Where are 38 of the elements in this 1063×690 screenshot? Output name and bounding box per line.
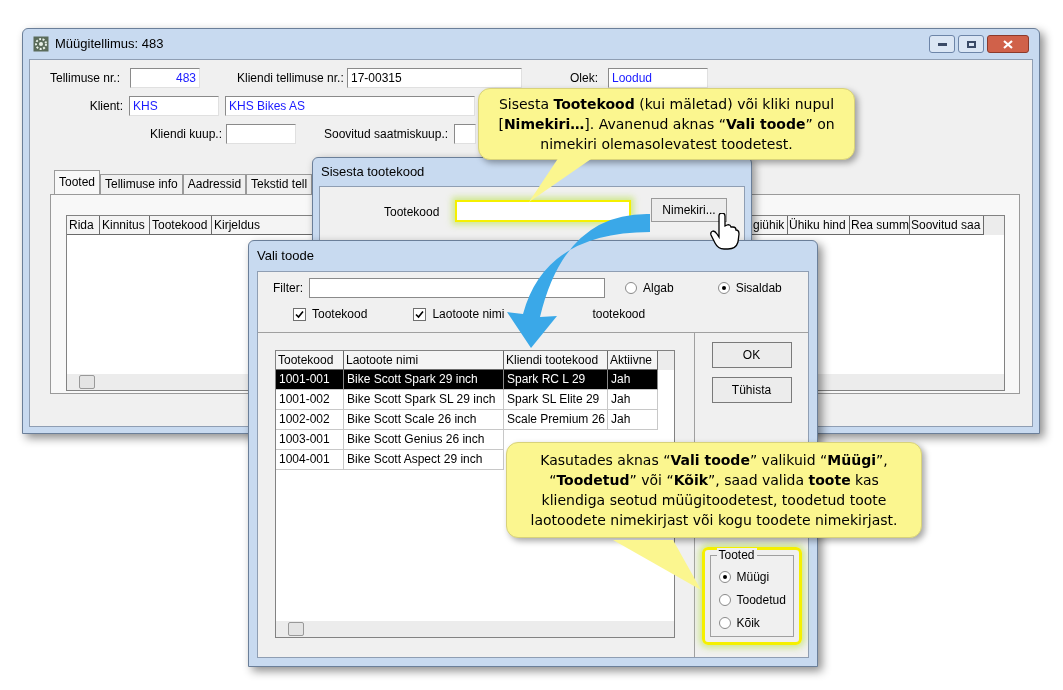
group-title: Tooted (716, 548, 757, 562)
checkbox-label: tootekood (592, 306, 646, 323)
checkbox-label: Laotoote nimi (432, 306, 505, 323)
field-label: Filter: (273, 280, 304, 297)
field-label: Soovitud saatmiskuup.: (324, 126, 450, 143)
dialog-title: Sisesta tootekood (320, 163, 426, 181)
table-cell: 1001-002 (279, 392, 330, 406)
callout-text: Kasutades aknas “Vali toode” valikuid “Müügi”, “Toodetud” või “Kõik”, saad valida toote kas kliendiga seotud müügitoodetest, toodetud toote laotoodete nimekirjast või kogu toodete nimekirjast. (530, 452, 898, 528)
field-label: Klient: (88, 98, 124, 115)
table-cell: Jah (611, 412, 631, 426)
checkbox-label: Tootekood (312, 306, 368, 323)
field-label: Olek: (570, 70, 599, 87)
radio-label: Kõik (736, 614, 760, 632)
table-cell: Bike Scott Spark 29 inch (347, 372, 478, 386)
field-label: Tellimuse nr.: (50, 70, 122, 87)
table-cell: Bike Scott Aspect 29 inch (347, 452, 483, 466)
table-cell: Jah (611, 372, 631, 386)
table-cell: Scale Premium 26 (507, 412, 606, 426)
field-label: Kliendi tellimuse nr.: (237, 70, 345, 87)
table-cell: 1003-001 (279, 432, 330, 446)
table-cell: 1004-001 (279, 452, 330, 466)
table-cell: Jah (611, 392, 631, 406)
table-cell: Bike Scott Scale 26 inch (347, 412, 477, 426)
table-cell: 1001-001 (279, 372, 330, 386)
field-label: Kliendi kuup.: (148, 126, 223, 143)
radio-label: Sisaldab (735, 280, 782, 297)
callout-text: Sisesta Tootekood (kui mäletad) või kliki nupul [Nimekiri…]. Avanenud aknas “Vali toode” on nimekiri olemasolevatest toodetest. (498, 96, 835, 152)
radio-label: Toodetud (736, 591, 786, 609)
window-title: Müügitellimus: 483 (55, 35, 164, 54)
radio-label: Müügi (736, 568, 770, 586)
table-cell: 1002-002 (279, 412, 330, 426)
table-cell: Spark RC L 29 (507, 372, 586, 386)
radio-label: Algab (643, 280, 674, 297)
table-cell: Bike Scott Genius 26 inch (347, 432, 485, 446)
table-cell: Bike Scott Spark SL 29 inch (347, 392, 496, 406)
table-cell: Spark SL Elite 29 (507, 392, 600, 406)
dialog-title: Vali toode (256, 247, 315, 265)
field-label: Tootekood (384, 204, 441, 221)
